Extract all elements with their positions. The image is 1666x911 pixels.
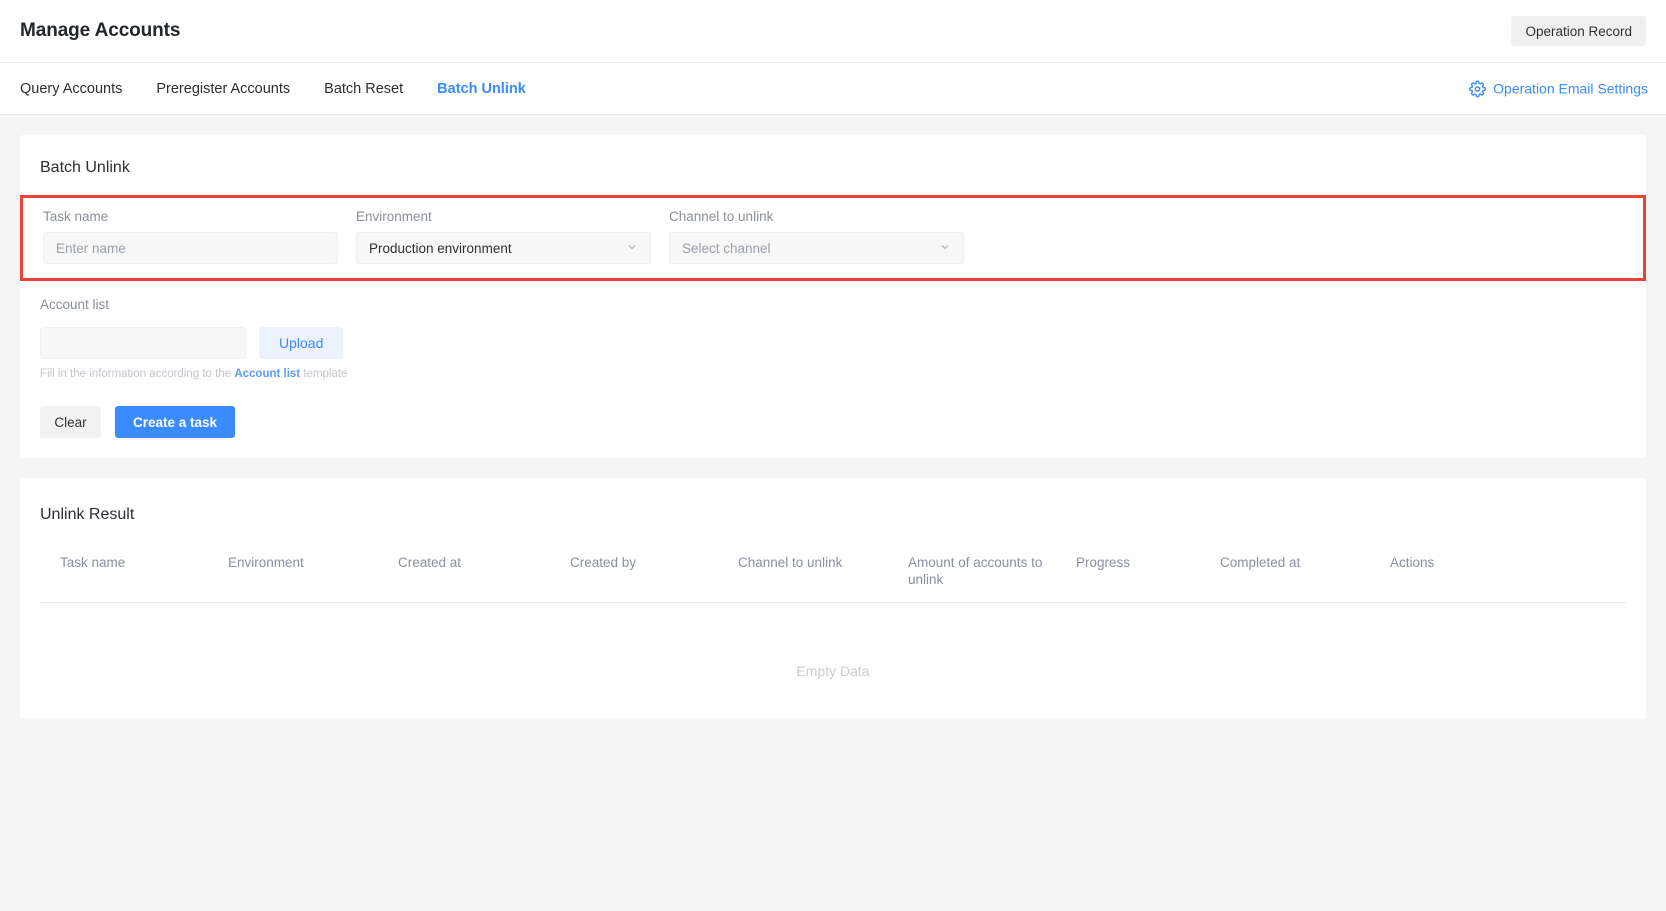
account-list-label: Account list [40,297,110,312]
task-name-label: Task name [43,209,109,224]
create-task-button[interactable]: Create a task [115,406,236,438]
account-list-row: Upload [40,327,1626,359]
form-actions: Clear Create a task [40,406,1626,438]
account-list-file-input[interactable] [40,327,246,359]
column-header-progress: Progress [1076,555,1131,570]
tab-batch-reset[interactable]: Batch Reset [324,81,403,97]
channel-select[interactable]: Select channel [669,232,964,264]
tab-query-accounts[interactable]: Query Accounts [20,81,122,97]
page-header: Manage Accounts Operation Record [0,0,1666,62]
hint-suffix: template [300,368,348,380]
environment-value: Production environment [369,240,512,256]
batch-unlink-title: Batch Unlink [40,159,130,176]
unlink-result-table: Task name Environment Created at Created… [40,554,1626,679]
column-header-actions: Actions [1390,555,1435,570]
column-header-completed-at: Completed at [1220,555,1301,570]
form-field-row: Task name Enter name Environment Product… [43,209,1623,264]
environment-field: Environment Production environment [356,209,651,264]
table-header-row: Task name Environment Created at Created… [40,554,1626,603]
operation-record-button[interactable]: Operation Record [1511,16,1646,46]
batch-unlink-card: Batch Unlink Task name Enter name Enviro… [20,135,1646,458]
channel-placeholder: Select channel [682,240,771,256]
page-title: Manage Accounts [20,20,181,41]
task-name-placeholder: Enter name [56,240,126,256]
operation-email-settings-link[interactable]: Operation Email Settings [1469,80,1648,97]
tab-bar: Query Accounts Preregister Accounts Batc… [0,62,1666,115]
unlink-result-card: Unlink Result Task name Environment Crea… [20,478,1646,719]
highlighted-field-group: Task name Enter name Environment Product… [20,195,1646,281]
upload-button[interactable]: Upload [259,327,344,359]
content-area: Batch Unlink Task name Enter name Enviro… [0,115,1666,739]
operation-email-settings-label: Operation Email Settings [1493,80,1648,97]
channel-label: Channel to unlink [669,209,774,224]
task-name-field: Task name Enter name [43,209,338,264]
environment-label: Environment [356,209,432,224]
column-header-amount-of-accounts: Amount of accounts to unlink [908,555,1043,587]
chevron-down-icon [626,241,638,256]
channel-field: Channel to unlink Select channel [669,209,964,264]
column-header-created-at: Created at [398,555,462,570]
account-list-template-link[interactable]: Account list [234,368,300,380]
unlink-result-title: Unlink Result [40,506,135,523]
clear-button[interactable]: Clear [40,406,101,438]
tab-preregister-accounts[interactable]: Preregister Accounts [156,81,290,97]
account-list-hint: Fill in the information according to the… [40,368,1626,380]
column-header-task-name: Task name [60,555,126,570]
hint-prefix: Fill in the information according to the [40,368,235,380]
task-name-input[interactable]: Enter name [43,232,338,264]
column-header-created-by: Created by [570,555,637,570]
column-header-environment: Environment [228,555,304,570]
tab-batch-unlink[interactable]: Batch Unlink [437,81,526,97]
chevron-down-icon [939,241,951,256]
environment-select[interactable]: Production environment [356,232,651,264]
gear-icon [1469,80,1487,97]
column-header-channel-to-unlink: Channel to unlink [738,555,843,570]
empty-data-message: Empty Data [796,663,870,679]
